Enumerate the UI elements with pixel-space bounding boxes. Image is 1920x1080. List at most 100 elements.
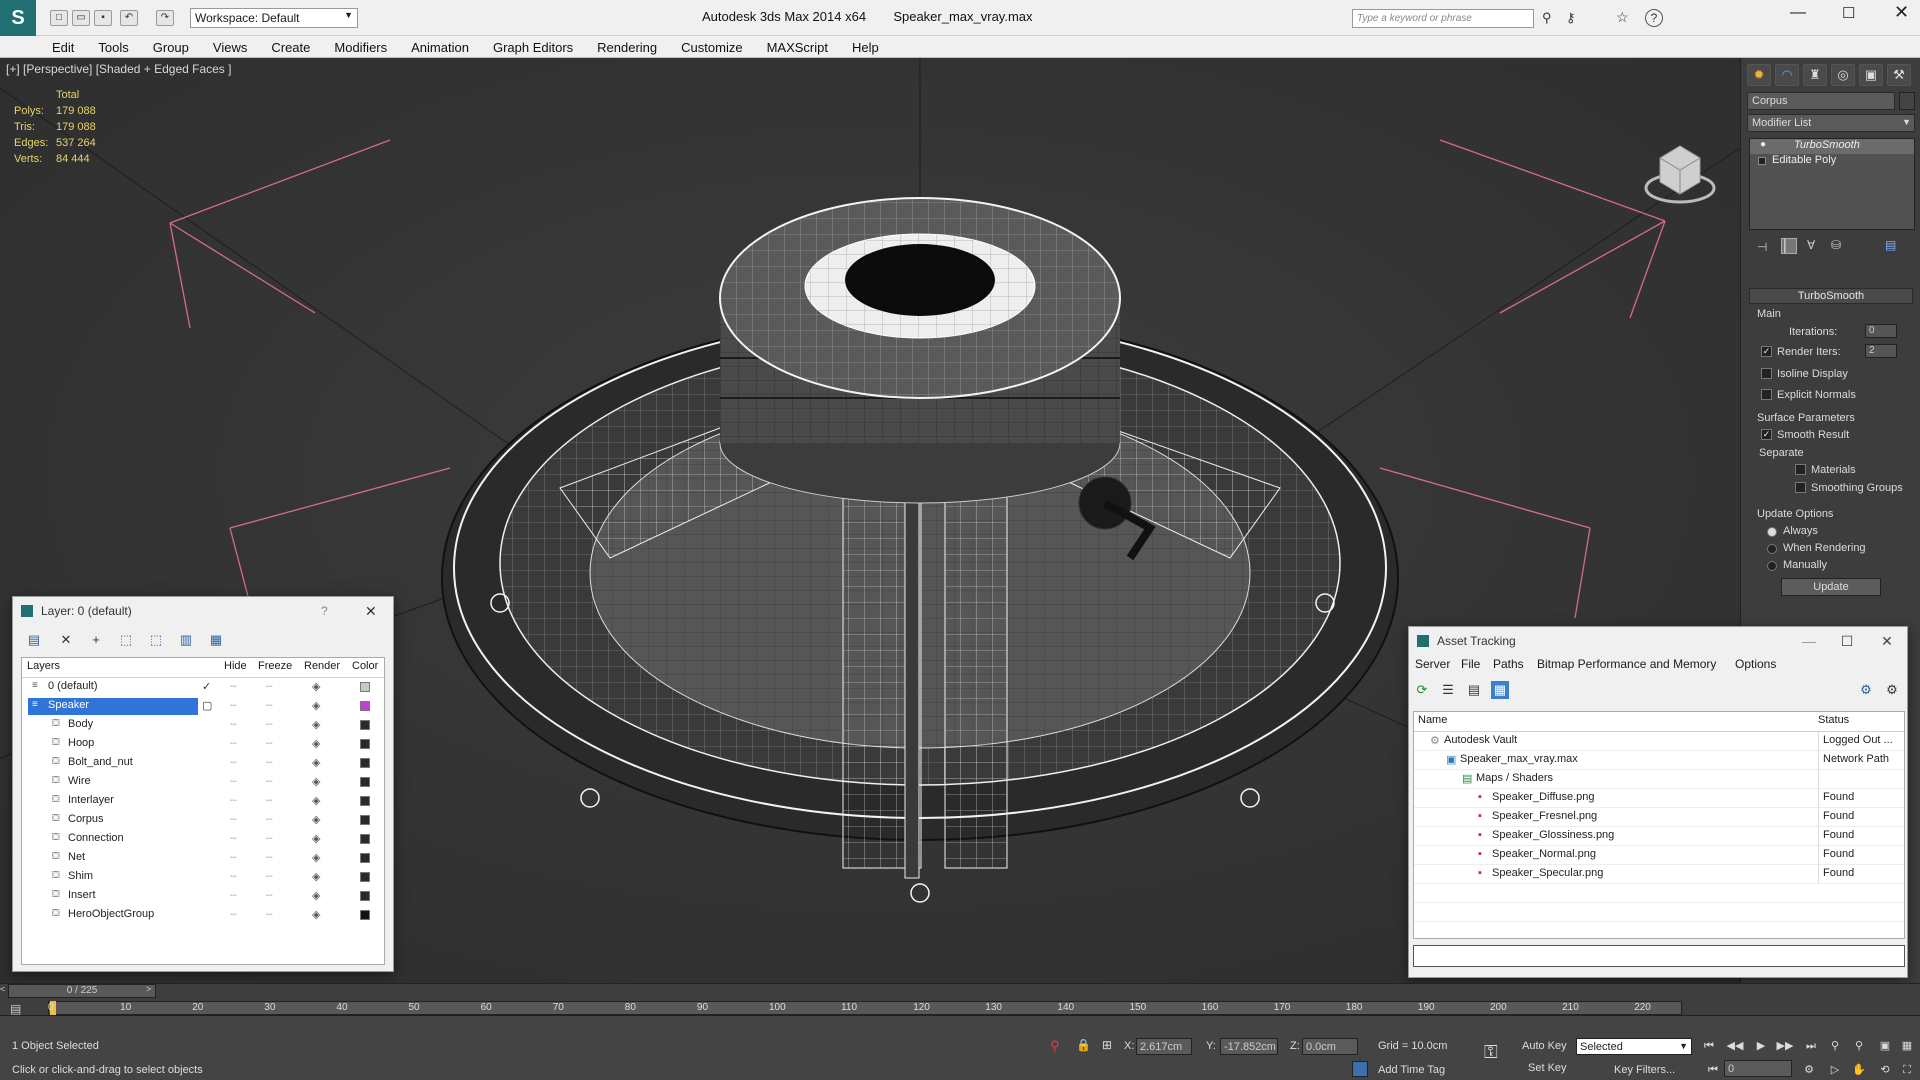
pan-icon[interactable]: ✋	[1850, 1062, 1868, 1078]
zoom-extents-icon[interactable]: ▣	[1876, 1038, 1894, 1054]
goto-end-icon[interactable]: ⏭	[1802, 1038, 1820, 1054]
menu-create[interactable]: Create	[259, 36, 322, 58]
iterations-spinner[interactable]: 0	[1865, 324, 1897, 338]
asset-window-titlebar[interactable]: Asset Tracking — ☐ ✕	[1409, 627, 1907, 655]
app-logo-icon[interactable]: S	[0, 0, 36, 36]
menu-views[interactable]: Views	[201, 36, 259, 58]
layer-name-cell[interactable]: ⛋ Connection	[48, 831, 128, 848]
x-coordinate-field[interactable]: 2.617cm	[1136, 1038, 1192, 1055]
make-unique-icon[interactable]: ∀	[1807, 238, 1815, 252]
close-icon[interactable]: ✕	[365, 597, 377, 625]
asset-menu-bitmap[interactable]: Bitmap Performance and Memory	[1537, 657, 1716, 671]
render-toggle-icon[interactable]: ◈	[312, 889, 320, 902]
manually-radio[interactable]	[1767, 561, 1777, 571]
menu-group[interactable]: Group	[141, 36, 201, 58]
maximize-viewport-icon[interactable]: ⛶	[1898, 1062, 1916, 1078]
vault-icon[interactable]: ⚙	[1857, 681, 1875, 699]
workspace-dropdown[interactable]: Workspace: Default ▼	[190, 8, 358, 28]
layer-name-cell[interactable]: ⛋ Shim	[48, 869, 97, 886]
freeze-toggle-icon[interactable]: ┄	[266, 870, 273, 883]
set-key-button[interactable]: Set Key	[1528, 1062, 1567, 1074]
remove-modifier-icon[interactable]: ⛁	[1831, 238, 1841, 252]
layer-name-cell[interactable]: ⛋ HeroObjectGroup	[48, 907, 158, 924]
hide-toggle-icon[interactable]: ┄	[230, 794, 237, 807]
layer-color-swatch[interactable]	[360, 872, 370, 882]
zoom-all-icon[interactable]: ⚲	[1850, 1038, 1868, 1054]
hide-toggle-icon[interactable]: ┄	[230, 737, 237, 750]
layer-row[interactable]: ≡ 0 (default) ✓ ┄ ┄ ◈	[22, 678, 384, 697]
render-iters-checkbox[interactable]: ✓	[1761, 346, 1772, 357]
asset-row[interactable]: ▪ Speaker_Normal.png Found	[1414, 846, 1904, 865]
asset-menu-server[interactable]: Server	[1415, 657, 1450, 671]
select-objects-icon[interactable]: ⬚	[117, 631, 135, 649]
layer-row[interactable]: ⛋ HeroObjectGroup ┄ ┄ ◈	[22, 906, 384, 925]
next-frame-button[interactable]: >	[146, 984, 151, 994]
freeze-toggle-icon[interactable]: ┄	[266, 889, 273, 902]
layer-color-swatch[interactable]	[360, 758, 370, 768]
list-view-icon[interactable]: ☰	[1439, 681, 1457, 699]
absolute-mode-icon[interactable]: ⊞	[1102, 1038, 1112, 1052]
hierarchy-tab-icon[interactable]: ♜	[1803, 64, 1827, 86]
redo-icon[interactable]: ↷	[156, 10, 174, 26]
render-toggle-icon[interactable]: ◈	[312, 680, 320, 693]
add-to-layer-icon[interactable]: +	[87, 631, 105, 649]
freeze-toggle-icon[interactable]: ┄	[266, 775, 273, 788]
asset-row[interactable]: ▤ Maps / Shaders	[1414, 770, 1904, 789]
freeze-toggle-icon[interactable]: ┄	[266, 813, 273, 826]
layer-row[interactable]: ⛋ Shim ┄ ┄ ◈	[22, 868, 384, 887]
close-icon[interactable]: ✕	[1869, 627, 1905, 655]
save-file-icon[interactable]: ▪	[94, 10, 112, 26]
freeze-toggle-icon[interactable]: ┄	[266, 794, 273, 807]
col-color[interactable]: Color	[352, 660, 378, 672]
smooth-result-checkbox[interactable]: ✓	[1761, 429, 1772, 440]
layer-row[interactable]: ⛋ Connection ┄ ┄ ◈	[22, 830, 384, 849]
key-pin-icon[interactable]: ⚲	[1050, 1038, 1060, 1054]
configure-sets-icon[interactable]: ▤	[1885, 238, 1896, 252]
layer-window-titlebar[interactable]: Layer: 0 (default) ? ✕	[13, 597, 393, 625]
goto-start-icon[interactable]: ⏮	[1700, 1038, 1718, 1054]
menu-maxscript[interactable]: MAXScript	[755, 36, 840, 58]
layer-color-swatch[interactable]	[360, 682, 370, 692]
asset-menu-options[interactable]: Options	[1735, 657, 1776, 671]
expand-icon[interactable]	[1758, 157, 1766, 165]
stack-item-editable-poly[interactable]: Editable Poly	[1750, 154, 1914, 169]
key-mode-dropdown[interactable]: Selected ▼	[1576, 1038, 1692, 1055]
key-mode-toggle-icon[interactable]: ⏮	[1704, 1062, 1722, 1078]
render-toggle-icon[interactable]: ◈	[312, 832, 320, 845]
render-toggle-icon[interactable]: ◈	[312, 908, 320, 921]
layer-row[interactable]: ⛋ Bolt_and_nut ┄ ┄ ◈	[22, 754, 384, 773]
time-config-icon[interactable]: ⚙	[1800, 1062, 1818, 1078]
asset-menu-file[interactable]: File	[1461, 657, 1480, 671]
asset-path-field[interactable]	[1413, 945, 1905, 967]
current-frame-field[interactable]: 0	[1724, 1060, 1792, 1077]
col-freeze[interactable]: Freeze	[258, 660, 292, 672]
layer-row[interactable]: ≡ Speaker ▢ ┄ ┄ ◈	[22, 697, 384, 716]
create-layer-icon[interactable]: ▤	[25, 631, 43, 649]
layer-name-cell[interactable]: ⛋ Insert	[48, 888, 100, 905]
turbosmooth-rollout-title[interactable]: TurboSmooth	[1749, 288, 1913, 304]
asset-row[interactable]: ▣ Speaker_max_vray.max Network Path	[1414, 751, 1904, 770]
freeze-toggle-icon[interactable]: ┄	[266, 737, 273, 750]
next-key-icon[interactable]: ▶▶	[1776, 1038, 1794, 1054]
asset-row[interactable]: ▪ Speaker_Glossiness.png Found	[1414, 827, 1904, 846]
layer-row[interactable]: ⛋ Interlayer ┄ ┄ ◈	[22, 792, 384, 811]
menu-modifiers[interactable]: Modifiers	[322, 36, 399, 58]
menu-customize[interactable]: Customize	[669, 36, 754, 58]
menu-tools[interactable]: Tools	[86, 36, 140, 58]
isoline-display-checkbox[interactable]	[1761, 368, 1772, 379]
render-toggle-icon[interactable]: ◈	[312, 870, 320, 883]
explicit-normals-checkbox[interactable]	[1761, 389, 1772, 400]
utilities-tab-icon[interactable]: ⚒	[1887, 64, 1911, 86]
render-toggle-icon[interactable]: ◈	[312, 851, 320, 864]
col-render[interactable]: Render	[304, 660, 340, 672]
y-coordinate-field[interactable]: -17.852cm	[1220, 1038, 1278, 1055]
undo-icon[interactable]: ↶	[120, 10, 138, 26]
infocenter-icon[interactable]: ⚷	[1566, 10, 1576, 26]
asset-menu-paths[interactable]: Paths	[1493, 657, 1524, 671]
layer-name-cell[interactable]: ⛋ Net	[48, 850, 89, 867]
col-layers[interactable]: Layers	[27, 660, 60, 672]
key-filters-button[interactable]: Key Filters...	[1614, 1064, 1675, 1076]
freeze-toggle-icon[interactable]: ┄	[266, 718, 273, 731]
time-slider[interactable]: 0 / 225	[8, 984, 156, 998]
render-toggle-icon[interactable]: ◈	[312, 756, 320, 769]
